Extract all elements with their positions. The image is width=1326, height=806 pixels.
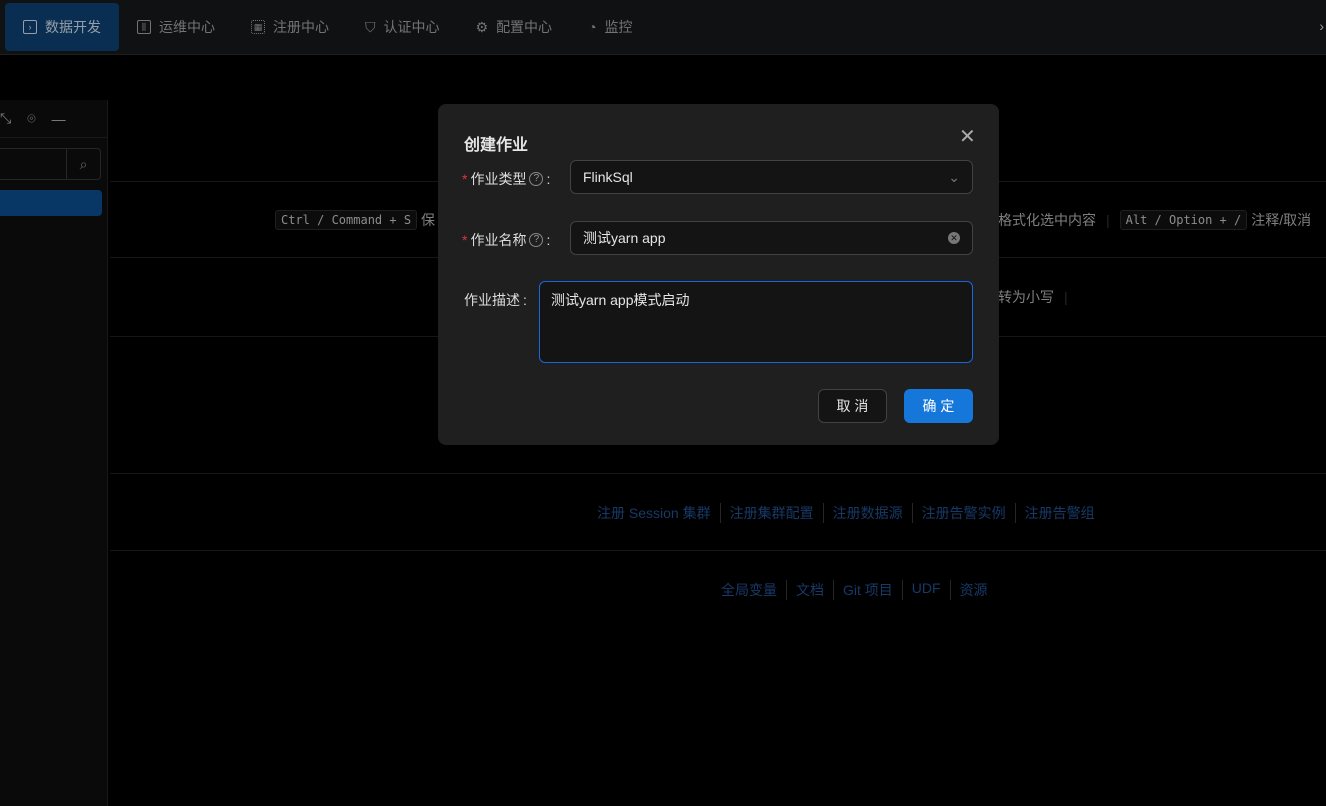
help-icon[interactable]: ? <box>529 233 544 247</box>
desc-label: 作业描述 <box>464 292 520 308</box>
cancel-button[interactable]: 取 消 <box>818 389 887 423</box>
chevron-down-icon: ⌄ <box>948 168 960 185</box>
help-icon[interactable]: ? <box>529 172 544 186</box>
create-job-dialog: 创建作业 ✕ * 作业类型?: FlinkSql ⌄ * 作业名称?: 测试yarn … <box>438 104 999 445</box>
ok-button[interactable]: 确 定 <box>904 389 973 423</box>
close-icon[interactable]: ✕ <box>959 124 976 149</box>
dialog-title: 创建作业 <box>464 137 529 154</box>
job-name-input[interactable]: 测试yarn app ✕ <box>570 221 973 255</box>
job-type-select[interactable]: FlinkSql ⌄ <box>570 160 973 194</box>
clear-icon[interactable]: ✕ <box>948 232 960 244</box>
type-label: 作业类型 <box>470 171 527 187</box>
name-label: 作业名称 <box>470 232 527 248</box>
job-description-textarea[interactable]: 测试yarn app模式启动 <box>539 281 973 363</box>
